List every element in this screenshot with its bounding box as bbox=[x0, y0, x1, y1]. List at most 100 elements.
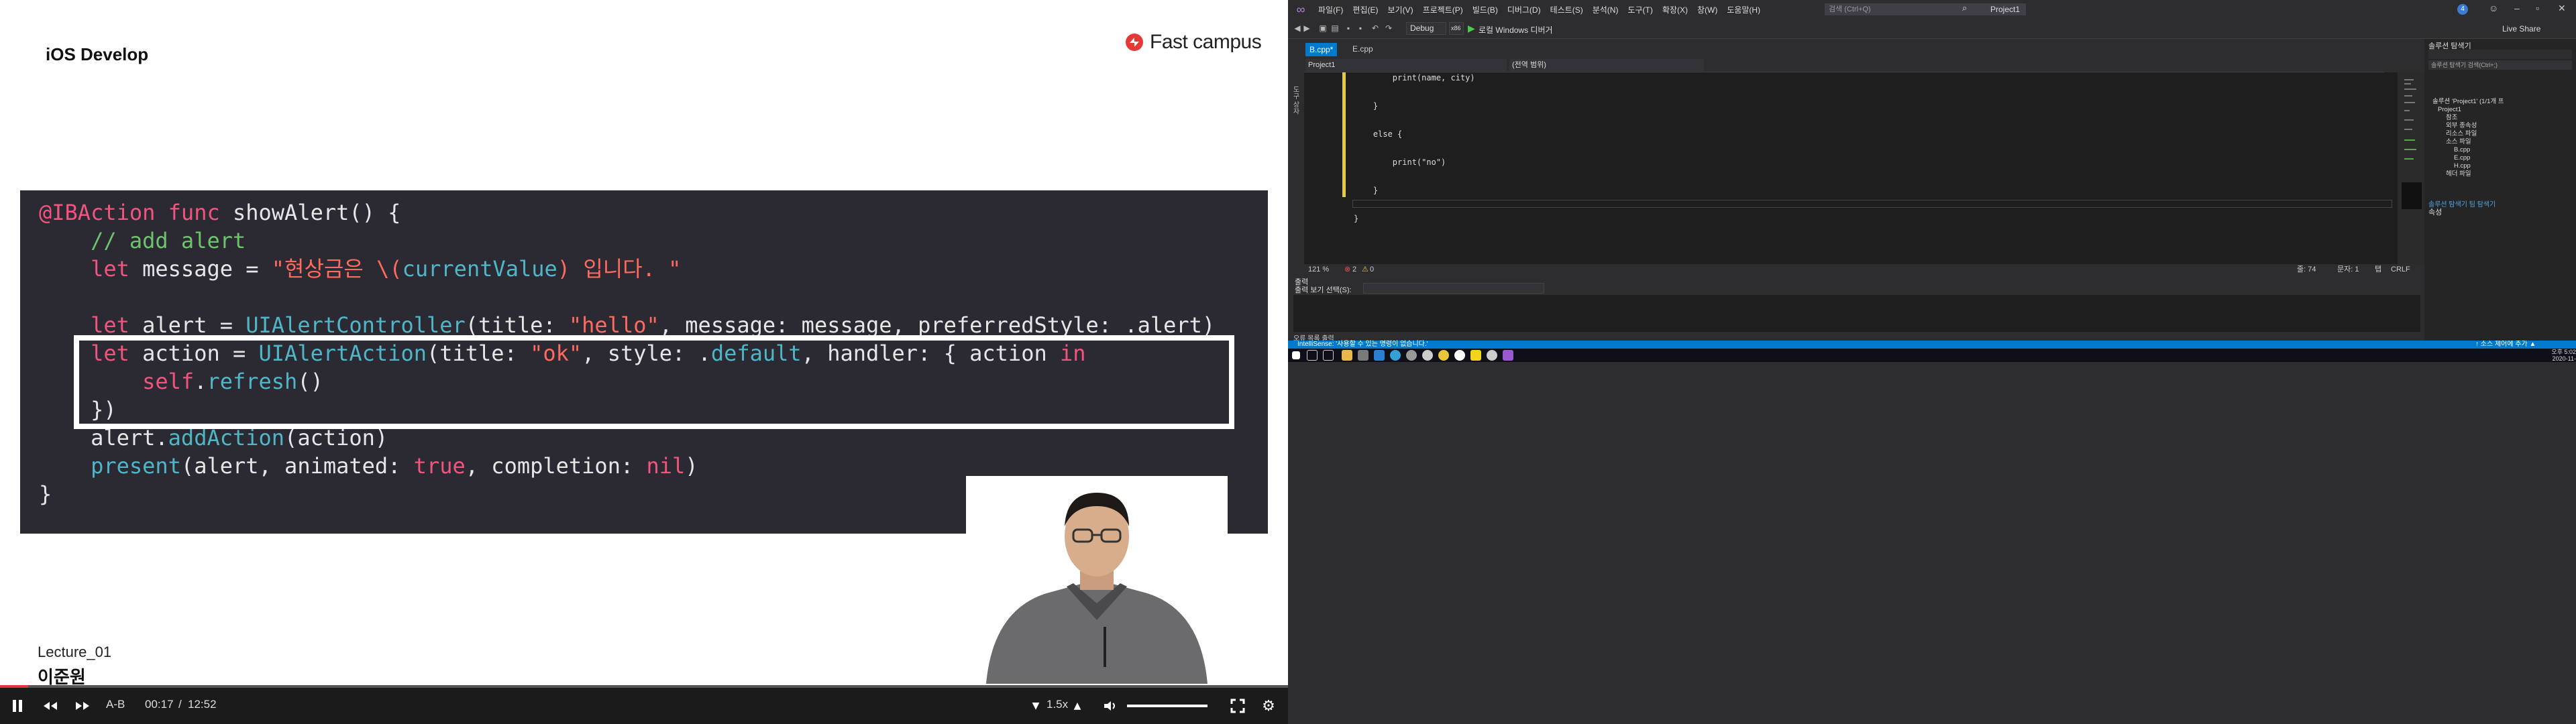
properties-pane bbox=[2426, 225, 2575, 339]
new-project-icon[interactable]: ▣ bbox=[1318, 23, 1328, 34]
search-taskbar-icon[interactable] bbox=[1307, 350, 1318, 361]
menu-item[interactable]: 확장(X) bbox=[1658, 4, 1693, 15]
code-token: alert = bbox=[142, 312, 246, 338]
fullscreen-button[interactable] bbox=[1228, 695, 1248, 717]
clock-time: 오후 5:02 bbox=[2551, 349, 2576, 355]
save-icon[interactable]: ▪ bbox=[1343, 23, 1354, 34]
visual-studio-window: ∞ 파일(F) 편집(E) 보기(V) 프로젝트(P) 빌드(B) 디버그(D) 테스트(S… bbox=[1288, 0, 2576, 724]
tree-item[interactable]: Project1 bbox=[2438, 106, 2461, 114]
slide-code-line: // add alert bbox=[39, 227, 1215, 255]
kakaotalk-icon[interactable] bbox=[1470, 350, 1481, 361]
run-icon[interactable]: ▶ bbox=[1468, 23, 1475, 34]
output-text-area[interactable] bbox=[1293, 295, 2420, 332]
redo-icon[interactable]: ↷ bbox=[1383, 23, 1394, 34]
menu-item[interactable]: 창(W) bbox=[1693, 4, 1722, 15]
brand-text: Fast campus bbox=[1150, 31, 1262, 53]
project-combo[interactable]: Project1 bbox=[1305, 59, 1507, 71]
output-source-select[interactable] bbox=[1363, 283, 1544, 294]
source-control-button[interactable]: ↑ 소스 제어에 추가 ▲ bbox=[2475, 341, 2536, 349]
app-icon[interactable] bbox=[1487, 350, 1497, 361]
undo-icon[interactable]: ↶ bbox=[1370, 23, 1381, 34]
settings-taskbar-icon[interactable] bbox=[1406, 350, 1417, 361]
tab-e-cpp[interactable]: E.cpp bbox=[1352, 44, 1373, 54]
app-icon[interactable] bbox=[1390, 350, 1401, 361]
code-token: else { bbox=[1354, 129, 1403, 139]
menu-item[interactable]: 편집(E) bbox=[1348, 4, 1383, 15]
tree-item[interactable]: 참조 bbox=[2446, 114, 2457, 122]
menu-item[interactable]: 도움말(H) bbox=[1722, 4, 1765, 15]
editor-tab-strip bbox=[1304, 39, 2384, 56]
volume-slider[interactable] bbox=[1127, 705, 1208, 707]
tree-item[interactable]: H.cpp bbox=[2454, 162, 2471, 170]
run-debugger-button[interactable]: 로컬 Windows 디버거 bbox=[1479, 24, 1553, 36]
slide-code-line: let message = "현상금은 \(currentValue) 입니다.… bbox=[39, 255, 1215, 283]
notification-badge[interactable]: 4 bbox=[2457, 4, 2468, 15]
menu-item[interactable]: 빌드(B) bbox=[1468, 4, 1503, 15]
tree-item[interactable]: B.cpp bbox=[2454, 146, 2470, 154]
code-token: @IBAction bbox=[39, 200, 168, 225]
tree-item[interactable]: 리소스 파일 bbox=[2446, 130, 2477, 138]
volume-button[interactable] bbox=[1100, 695, 1120, 717]
code-token: } bbox=[1354, 101, 1379, 111]
editor-code-line: } bbox=[1354, 101, 1591, 130]
live-share-button[interactable]: Live Share bbox=[2502, 24, 2540, 34]
presenter-video bbox=[966, 476, 1228, 684]
minimize-icon[interactable]: – bbox=[2514, 3, 2520, 13]
tree-item[interactable]: E.cpp bbox=[2454, 154, 2470, 162]
visual-studio-taskbar-icon[interactable] bbox=[1503, 350, 1513, 361]
pause-button[interactable] bbox=[8, 695, 27, 717]
code-token: currentValue bbox=[402, 256, 557, 282]
speed-up-icon[interactable]: ▲ bbox=[1071, 695, 1084, 717]
tree-item[interactable]: 외부 종속성 bbox=[2446, 122, 2477, 130]
feedback-icon[interactable]: ☺ bbox=[2489, 3, 2498, 13]
chrome-icon[interactable] bbox=[1438, 350, 1449, 361]
app-icon[interactable] bbox=[1422, 350, 1433, 361]
tree-item[interactable]: 소스 파일 bbox=[2446, 138, 2471, 146]
vertical-scrollbar[interactable] bbox=[2398, 72, 2424, 264]
file-explorer-icon[interactable] bbox=[1342, 350, 1352, 361]
save-all-icon[interactable]: ▪ bbox=[1355, 23, 1366, 34]
maximize-icon[interactable]: ▫ bbox=[2536, 3, 2539, 13]
rewind-button[interactable] bbox=[40, 695, 60, 717]
app-icon[interactable] bbox=[1454, 350, 1465, 361]
menu-item[interactable]: 프로젝트(P) bbox=[1418, 4, 1468, 15]
menu-item[interactable]: 테스트(S) bbox=[1546, 4, 1588, 15]
course-title: iOS Develop bbox=[46, 44, 149, 64]
menu-item[interactable]: 도구(T) bbox=[1623, 4, 1657, 15]
editor-code-line: print("no") bbox=[1354, 158, 1591, 186]
tree-item[interactable]: 솔루션 'Project1' (1/1개 프 bbox=[2432, 98, 2504, 106]
windows-taskbar bbox=[1288, 349, 2576, 362]
menu-item[interactable]: 디버그(D) bbox=[1503, 4, 1546, 15]
forward-nav-icon[interactable]: ▶ bbox=[1301, 23, 1312, 34]
forward-button[interactable] bbox=[72, 695, 93, 717]
code-token: nil bbox=[646, 453, 686, 479]
gear-icon: ⚙ bbox=[1262, 697, 1275, 715]
settings-button[interactable]: ⚙ bbox=[1258, 695, 1279, 717]
search-icon[interactable]: ⌕ bbox=[1962, 3, 1967, 13]
task-view-icon[interactable] bbox=[1323, 350, 1334, 361]
server-explorer-tab[interactable]: 도구 상자 bbox=[1290, 86, 1300, 115]
platform-select[interactable]: x86 bbox=[1449, 22, 1464, 35]
menu-item[interactable]: 분석(N) bbox=[1588, 4, 1623, 15]
solution-search-input[interactable]: 솔루션 탐색기 검색(Ctrl+;) bbox=[2428, 60, 2572, 70]
menu-item[interactable]: 파일(F) bbox=[1313, 4, 1348, 15]
code-token: present bbox=[91, 453, 181, 479]
tree-item[interactable]: 헤더 파일 bbox=[2446, 170, 2471, 178]
open-file-icon[interactable]: ▤ bbox=[1330, 23, 1340, 34]
code-token: print(name, city) bbox=[1354, 73, 1475, 82]
config-select[interactable]: Debug bbox=[1406, 22, 1446, 35]
scope-combo[interactable]: (전역 범위) bbox=[1509, 59, 1704, 71]
code-token: (title: bbox=[465, 312, 569, 338]
change-margin bbox=[1342, 189, 1346, 197]
menu-item[interactable]: 보기(V) bbox=[1383, 4, 1417, 15]
app-icon[interactable] bbox=[1358, 350, 1368, 361]
fullscreen-icon bbox=[1230, 699, 1245, 713]
ab-repeat-button[interactable]: A-B bbox=[106, 698, 125, 711]
windows-start-icon[interactable] bbox=[1292, 351, 1300, 359]
speed-down-icon[interactable]: ▼ bbox=[1029, 695, 1042, 717]
lecture-video: iOS Develop Fast campus @IBAction func s… bbox=[0, 0, 1288, 724]
minimap[interactable] bbox=[2402, 75, 2422, 209]
tab-b-cpp[interactable]: B.cpp* bbox=[1305, 43, 1338, 56]
close-icon[interactable]: ✕ bbox=[2558, 3, 2566, 14]
vscode-icon[interactable] bbox=[1374, 350, 1385, 361]
